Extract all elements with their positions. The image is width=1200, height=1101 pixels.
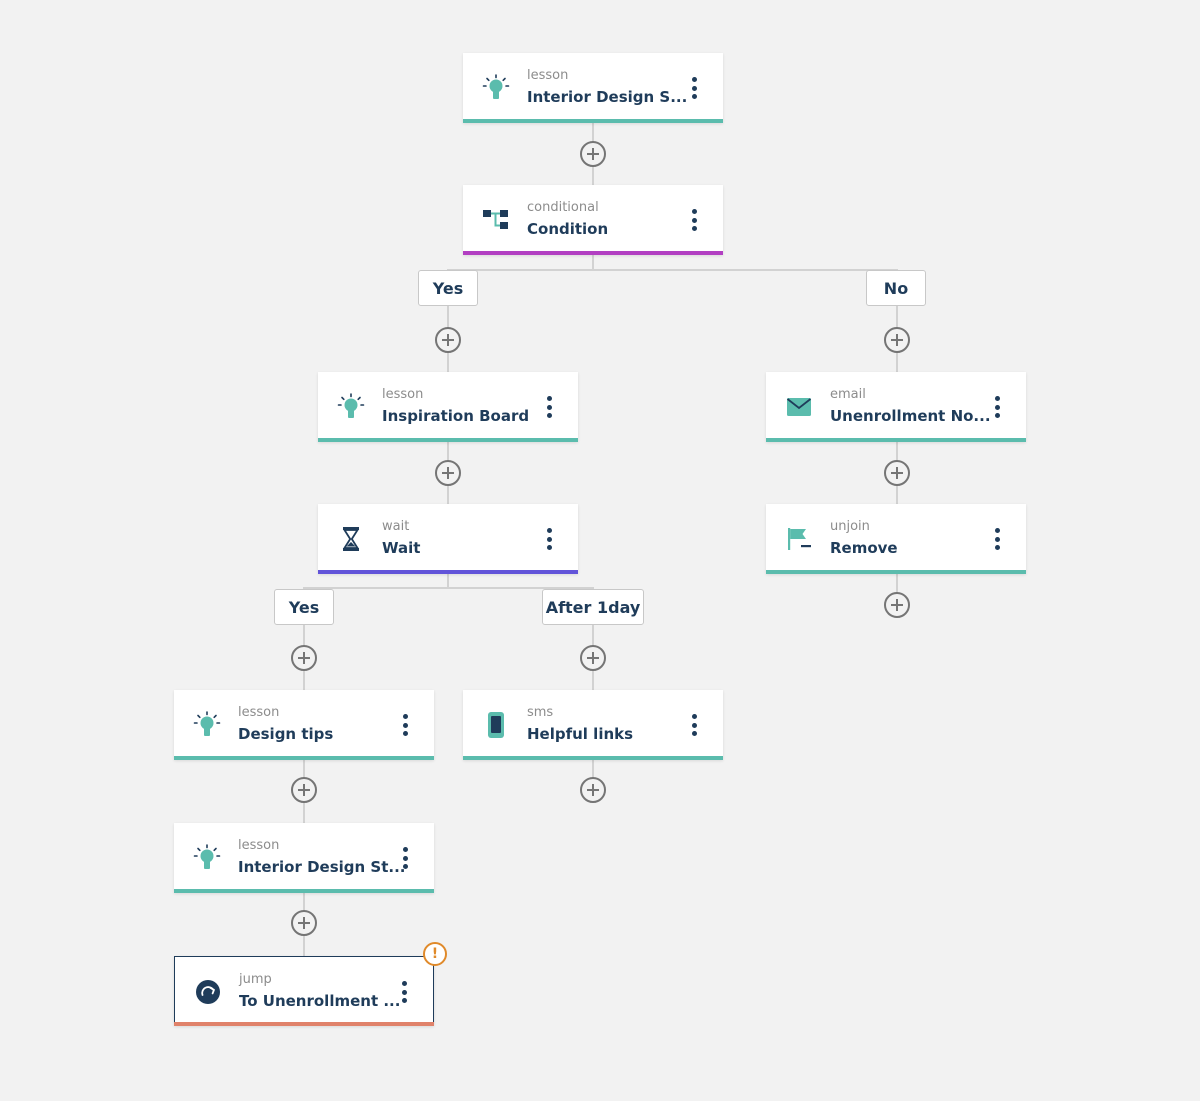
- node-type-label: conditional: [527, 200, 599, 215]
- node-type-label: lesson: [238, 705, 280, 720]
- node-status-bar: [766, 438, 1026, 442]
- more-options-icon[interactable]: [986, 394, 1008, 420]
- node-type-label: jump: [239, 972, 272, 987]
- workflow-canvas: Yes No Yes After 1day lesson Interior De…: [0, 0, 1200, 1101]
- branch-label-after-1day[interactable]: After 1day: [542, 589, 644, 625]
- node-type-label: wait: [382, 519, 410, 534]
- add-step-button[interactable]: [580, 645, 606, 671]
- node-title: Interior Design S...: [527, 88, 688, 106]
- node-status-bar: [766, 570, 1026, 574]
- node-title: Interior Design St...: [238, 858, 406, 876]
- lightbulb-icon: [192, 710, 222, 740]
- node-card-lesson[interactable]: lesson Inspiration Board: [318, 372, 578, 442]
- branch-label-no[interactable]: No: [866, 270, 926, 306]
- lightbulb-icon: [481, 73, 511, 103]
- connector-line: [592, 759, 594, 779]
- lightbulb-icon: [192, 843, 222, 873]
- add-step-button[interactable]: [291, 645, 317, 671]
- more-options-icon[interactable]: [683, 75, 705, 101]
- warning-icon[interactable]: !: [423, 942, 447, 966]
- add-step-button[interactable]: [580, 141, 606, 167]
- node-status-bar: [463, 119, 723, 123]
- node-status-bar: [318, 438, 578, 442]
- node-card-conditional[interactable]: conditional Condition: [463, 185, 723, 255]
- add-step-button[interactable]: [884, 592, 910, 618]
- node-title: Condition: [527, 220, 609, 238]
- connector-line: [896, 573, 898, 593]
- node-card-lesson[interactable]: lesson Interior Design St...: [174, 823, 434, 893]
- branch-label-yes[interactable]: Yes: [274, 589, 334, 625]
- node-card-jump[interactable]: jump To Unenrollment ...: [174, 956, 434, 1026]
- more-options-icon[interactable]: [538, 526, 560, 552]
- more-options-icon[interactable]: [394, 712, 416, 738]
- node-title: Inspiration Board: [382, 407, 530, 425]
- more-options-icon[interactable]: [683, 207, 705, 233]
- more-options-icon[interactable]: [394, 845, 416, 871]
- node-type-label: lesson: [527, 68, 569, 83]
- more-options-icon[interactable]: [986, 526, 1008, 552]
- node-card-sms[interactable]: sms Helpful links: [463, 690, 723, 760]
- node-type-label: unjoin: [830, 519, 870, 534]
- more-options-icon[interactable]: [683, 712, 705, 738]
- add-step-button[interactable]: [435, 460, 461, 486]
- node-card-wait[interactable]: wait Wait: [318, 504, 578, 574]
- branch-label-yes[interactable]: Yes: [418, 270, 478, 306]
- hourglass-icon: [336, 524, 366, 554]
- node-card-lesson[interactable]: lesson Design tips: [174, 690, 434, 760]
- envelope-icon: [784, 392, 814, 422]
- more-options-icon[interactable]: [538, 394, 560, 420]
- node-title: Wait: [382, 539, 421, 557]
- node-card-email[interactable]: email Unenrollment No...: [766, 372, 1026, 442]
- add-step-button[interactable]: [884, 460, 910, 486]
- add-step-button[interactable]: [291, 910, 317, 936]
- node-status-bar: [463, 251, 723, 255]
- add-step-button[interactable]: [291, 777, 317, 803]
- phone-icon: [481, 710, 511, 740]
- node-status-bar: [463, 756, 723, 760]
- node-type-label: sms: [527, 705, 554, 720]
- node-type-label: lesson: [238, 838, 280, 853]
- node-card-lesson[interactable]: lesson Interior Design S...: [463, 53, 723, 123]
- node-title: Design tips: [238, 725, 334, 743]
- node-status-bar: [174, 756, 434, 760]
- node-title: Unenrollment No...: [830, 407, 991, 425]
- node-status-bar: [318, 570, 578, 574]
- connector-line: [447, 269, 898, 271]
- more-options-icon[interactable]: [393, 979, 415, 1005]
- node-status-bar: [174, 889, 434, 893]
- conditional-icon: [481, 205, 511, 235]
- node-title: To Unenrollment ...: [239, 992, 401, 1010]
- add-step-button[interactable]: [884, 327, 910, 353]
- node-title: Remove: [830, 539, 898, 557]
- jump-arrow-icon: [193, 977, 223, 1007]
- node-type-label: lesson: [382, 387, 424, 402]
- flag-icon: [784, 524, 814, 554]
- node-type-label: email: [830, 387, 866, 402]
- add-step-button[interactable]: [580, 777, 606, 803]
- node-status-bar: [174, 1022, 434, 1026]
- node-title: Helpful links: [527, 725, 634, 743]
- add-step-button[interactable]: [435, 327, 461, 353]
- node-card-unjoin[interactable]: unjoin Remove: [766, 504, 1026, 574]
- lightbulb-icon: [336, 392, 366, 422]
